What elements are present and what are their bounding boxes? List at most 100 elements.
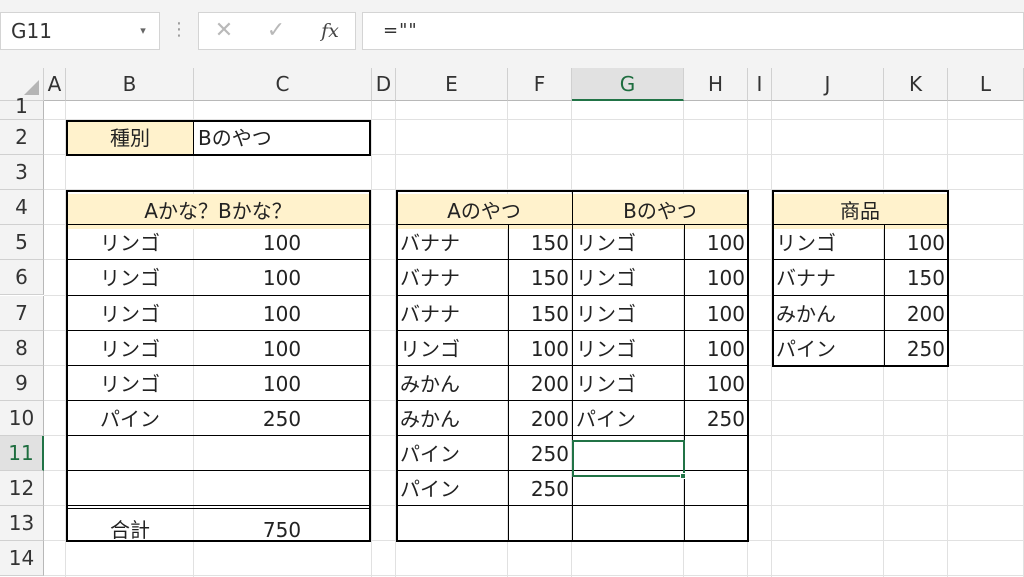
formula-input[interactable]: ="" <box>362 12 1024 50</box>
a-price-cell[interactable]: 150 <box>508 297 572 331</box>
enter-check-icon[interactable]: ✓ <box>261 13 291 49</box>
a-name-cell[interactable]: みかん <box>396 402 508 436</box>
b-price-cell[interactable]: 100 <box>684 226 748 260</box>
result-name-cell[interactable]: リンゴ <box>66 297 194 331</box>
result-price-cell[interactable]: 100 <box>194 332 370 366</box>
fill-handle[interactable] <box>680 473 686 479</box>
row-header-9[interactable]: 9 <box>0 365 44 401</box>
b-price-cell[interactable]: 100 <box>684 261 748 295</box>
row-header-5[interactable]: 5 <box>0 225 44 261</box>
product-price-cell[interactable]: 200 <box>884 297 948 331</box>
column-header-e[interactable]: E <box>396 68 508 101</box>
result-price-cell[interactable]: 100 <box>194 226 370 260</box>
b-price-cell[interactable]: 100 <box>684 367 748 401</box>
a-price-cell[interactable]: 150 <box>508 261 572 295</box>
border-line <box>772 259 949 260</box>
a-price-cell[interactable]: 200 <box>508 402 572 436</box>
result-price-cell[interactable]: 100 <box>194 261 370 295</box>
column-header-j[interactable]: J <box>772 68 884 101</box>
a-name-cell[interactable]: みかん <box>396 367 508 401</box>
border-line <box>66 259 371 260</box>
a-price-cell[interactable]: 150 <box>508 226 572 260</box>
b-price-cell[interactable]: 250 <box>684 402 748 436</box>
result-name-cell[interactable]: リンゴ <box>66 261 194 295</box>
column-header-b[interactable]: B <box>66 68 194 101</box>
b-price-cell[interactable] <box>684 507 748 541</box>
a-name-cell[interactable]: パイン <box>396 472 508 506</box>
column-header-d[interactable]: D <box>372 68 396 101</box>
a-price-cell[interactable]: 250 <box>508 437 572 471</box>
b-name-cell[interactable] <box>572 507 684 541</box>
result-name-cell[interactable] <box>66 437 194 471</box>
column-header-g[interactable]: G <box>572 68 684 101</box>
a-name-cell[interactable]: リンゴ <box>396 332 508 366</box>
product-name-cell[interactable]: リンゴ <box>772 226 884 260</box>
row-header-14[interactable]: 14 <box>0 541 44 577</box>
b-name-cell[interactable]: リンゴ <box>572 297 684 331</box>
insert-function-icon[interactable]: fx <box>315 13 345 49</box>
result-price-cell[interactable] <box>194 437 370 471</box>
product-name-cell[interactable]: バナナ <box>772 261 884 295</box>
product-price-cell[interactable]: 150 <box>884 261 948 295</box>
column-header-a[interactable]: A <box>44 68 66 101</box>
a-name-cell[interactable] <box>396 507 508 541</box>
result-name-cell[interactable]: リンゴ <box>66 367 194 401</box>
chevron-down-icon[interactable]: ▾ <box>136 12 150 50</box>
total-value-cell[interactable]: 750 <box>194 513 370 548</box>
row-header-10[interactable]: 10 <box>0 400 44 436</box>
result-price-cell[interactable]: 250 <box>194 402 370 436</box>
row-header-8[interactable]: 8 <box>0 330 44 366</box>
result-name-cell[interactable]: リンゴ <box>66 226 194 260</box>
row-header-11[interactable]: 11 <box>0 435 44 471</box>
b-name-cell[interactable]: リンゴ <box>572 226 684 260</box>
product-name-cell[interactable]: みかん <box>772 297 884 331</box>
column-header-f[interactable]: F <box>508 68 572 101</box>
result-name-cell[interactable] <box>66 472 194 506</box>
a-name-cell[interactable]: パイン <box>396 437 508 471</box>
a-name-cell[interactable]: バナナ <box>396 297 508 331</box>
active-cell-selection[interactable] <box>572 440 685 477</box>
column-header-l[interactable]: L <box>948 68 1024 101</box>
b-name-cell[interactable] <box>572 472 684 506</box>
product-price-cell[interactable]: 100 <box>884 226 948 260</box>
column-header-c[interactable]: C <box>194 68 372 101</box>
type-value-cell[interactable]: Bのやつ <box>194 121 370 156</box>
result-name-cell[interactable]: パイン <box>66 402 194 436</box>
row-header-12[interactable]: 12 <box>0 471 44 507</box>
type-label-cell[interactable]: 種別 <box>66 121 194 156</box>
b-price-cell[interactable] <box>684 437 748 471</box>
b-name-cell[interactable]: パイン <box>572 402 684 436</box>
product-name-cell[interactable]: パイン <box>772 332 884 366</box>
result-name-cell[interactable]: リンゴ <box>66 332 194 366</box>
b-name-cell[interactable]: リンゴ <box>572 367 684 401</box>
row-header-6[interactable]: 6 <box>0 260 44 296</box>
row-header-13[interactable]: 13 <box>0 506 44 542</box>
row-header-4[interactable]: 4 <box>0 190 44 226</box>
result-price-cell[interactable]: 100 <box>194 297 370 331</box>
row-header-7[interactable]: 7 <box>0 295 44 331</box>
a-price-cell[interactable]: 250 <box>508 472 572 506</box>
result-price-cell[interactable] <box>194 472 370 506</box>
b-price-cell[interactable] <box>684 472 748 506</box>
border-line <box>66 190 68 542</box>
row-header-2[interactable]: 2 <box>0 120 44 156</box>
b-price-cell[interactable]: 100 <box>684 332 748 366</box>
result-price-cell[interactable]: 100 <box>194 367 370 401</box>
more-vertical-icon[interactable]: ⋮ <box>170 12 188 50</box>
product-price-cell[interactable]: 250 <box>884 332 948 366</box>
row-header-1[interactable]: 1 <box>0 96 44 120</box>
total-label-cell[interactable]: 合計 <box>66 513 194 548</box>
a-price-cell[interactable] <box>508 507 572 541</box>
b-price-cell[interactable]: 100 <box>684 297 748 331</box>
cancel-icon[interactable]: ✕ <box>209 13 239 49</box>
a-name-cell[interactable]: バナナ <box>396 226 508 260</box>
column-header-i[interactable]: I <box>748 68 772 101</box>
a-price-cell[interactable]: 100 <box>508 332 572 366</box>
column-header-k[interactable]: K <box>884 68 948 101</box>
a-price-cell[interactable]: 200 <box>508 367 572 401</box>
column-header-h[interactable]: H <box>684 68 748 101</box>
b-name-cell[interactable]: リンゴ <box>572 261 684 295</box>
row-header-3[interactable]: 3 <box>0 155 44 191</box>
a-name-cell[interactable]: バナナ <box>396 261 508 295</box>
b-name-cell[interactable]: リンゴ <box>572 332 684 366</box>
